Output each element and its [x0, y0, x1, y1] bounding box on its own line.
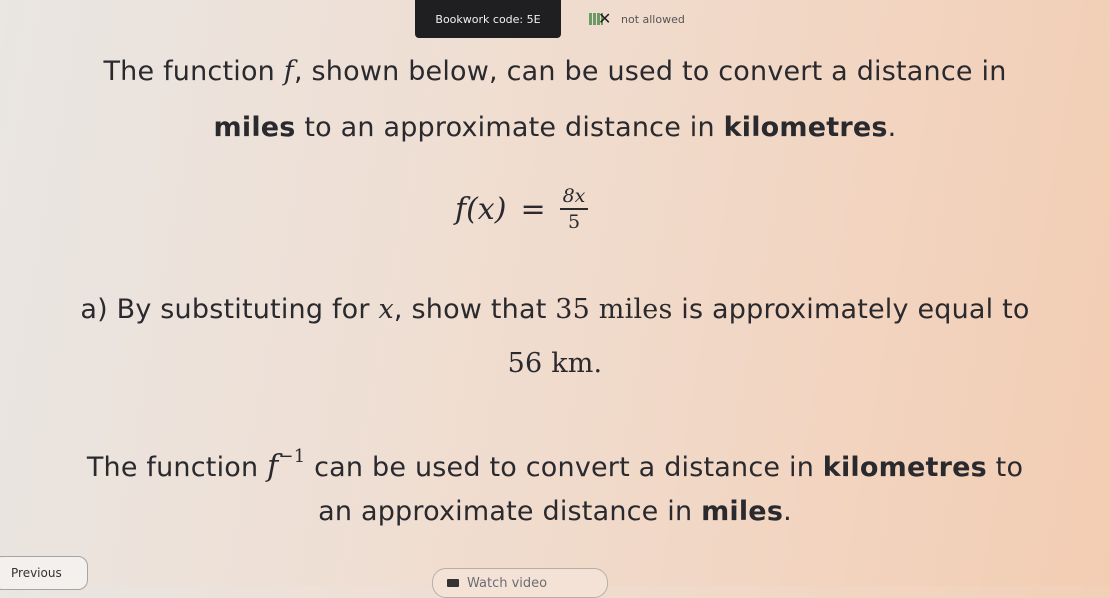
- inverse-line-1: The function f−1 can be used to convert …: [86, 446, 1024, 484]
- intro-line-2: miles to an approximate distance in kilo…: [213, 112, 897, 143]
- previous-button[interactable]: Previous: [0, 556, 88, 590]
- inverse-function: f−1: [267, 446, 306, 484]
- formula-equals: =: [520, 191, 546, 227]
- bookwork-code: Bookwork code: 5E: [415, 0, 561, 38]
- inverse-line-2: an approximate distance in miles.: [318, 496, 792, 527]
- function-formula: f(x) = 8x 5: [455, 185, 589, 233]
- calculator-status-text: not allowed: [621, 12, 685, 26]
- top-bar: Bookwork code: 5E ✕ not allowed: [415, 0, 685, 38]
- calculator-status: ✕ not allowed: [589, 9, 685, 28]
- watch-video-button[interactable]: Watch video: [432, 568, 608, 598]
- formula-numerator: 8x: [559, 185, 589, 210]
- intro-line-1: The function f, shown below, can be used…: [103, 56, 1007, 87]
- watch-video-label: Watch video: [467, 575, 548, 591]
- formula-lhs: f(x): [455, 191, 507, 227]
- part-a-line-2: 56 km.: [507, 348, 603, 379]
- formula-fraction: 8x 5: [559, 185, 589, 233]
- formula-denominator: 5: [567, 211, 581, 233]
- part-a-line-1: a) By substituting for x, show that 35 m…: [80, 294, 1030, 325]
- calculator-not-allowed-icon: ✕: [589, 9, 611, 28]
